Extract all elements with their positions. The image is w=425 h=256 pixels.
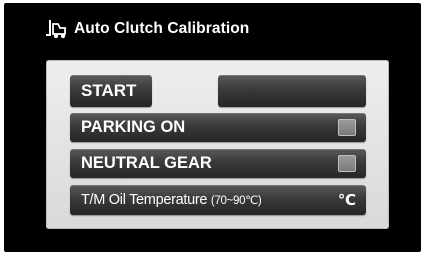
screen-header: Auto Clutch Calibration [46, 16, 249, 42]
start-button-label: START [81, 81, 137, 100]
forklift-icon [46, 19, 68, 39]
parking-on-checkbox[interactable] [338, 119, 356, 136]
calibration-panel: START PARKING ON NEUTRAL GEAR T/M Oil Te… [46, 60, 389, 229]
oil-temperature-row: T/M Oil Temperature (70~90℃) ℃ [70, 185, 366, 215]
oil-temperature-range: (70~90℃) [210, 195, 262, 207]
neutral-gear-row[interactable]: NEUTRAL GEAR [70, 149, 366, 178]
start-button[interactable]: START [70, 75, 152, 107]
display-screen: Auto Clutch Calibration START PARKING ON… [4, 3, 421, 252]
oil-temperature-unit: ℃ [337, 192, 356, 209]
parking-on-row[interactable]: PARKING ON [70, 113, 366, 142]
oil-temperature-label: T/M Oil Temperature (70~90℃) [81, 192, 262, 208]
neutral-gear-checkbox[interactable] [338, 155, 356, 172]
screen-title: Auto Clutch Calibration [74, 20, 250, 37]
neutral-gear-label: NEUTRAL GEAR [81, 154, 212, 172]
oil-temperature-title: T/M Oil Temperature [81, 192, 208, 208]
parking-on-label: PARKING ON [81, 118, 186, 136]
calibration-status-display [218, 75, 366, 107]
